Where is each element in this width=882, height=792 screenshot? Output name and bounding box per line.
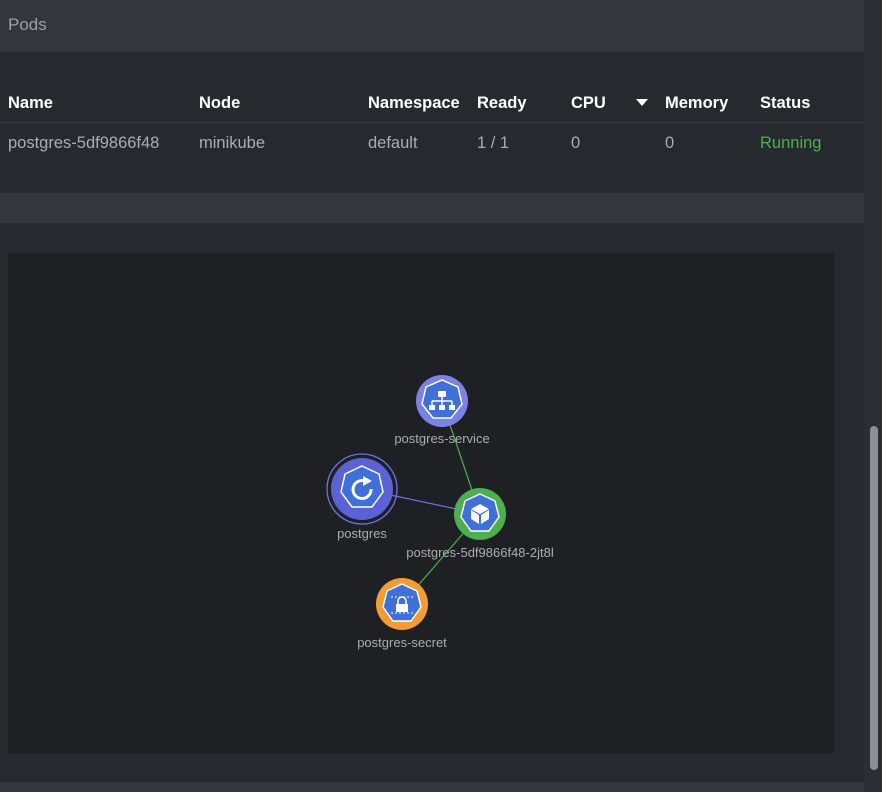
- graph-node-label: postgres: [337, 526, 387, 541]
- header-divider: [0, 122, 864, 123]
- graph-node-pod[interactable]: postgres-5df9866f48-2jt8l: [406, 488, 554, 560]
- pods-table: Name Node Namespace Ready CPU Memory Sta…: [0, 52, 864, 192]
- main-content: Pods Name Node Namespace Ready CPU Memor…: [0, 0, 864, 792]
- resource-graph-panel[interactable]: postgres-service postgres postgres-5df98…: [8, 253, 834, 753]
- column-header-memory[interactable]: Memory: [665, 94, 728, 113]
- graph-node-label: postgres-service: [394, 431, 489, 446]
- column-header-namespace[interactable]: Namespace: [368, 94, 460, 113]
- cell-cpu: 0: [571, 134, 581, 152]
- section-divider-bar: [0, 193, 864, 223]
- cell-node: minikube: [199, 134, 266, 152]
- bottom-section-bar: [0, 782, 864, 792]
- scrollbar-thumb[interactable]: [870, 426, 878, 770]
- pods-panel-header: Pods: [0, 0, 864, 52]
- column-header-name[interactable]: Name: [8, 94, 53, 113]
- graph-node-service[interactable]: postgres-service: [394, 375, 490, 446]
- graph-node-secret[interactable]: postgres-secret: [357, 578, 447, 650]
- column-header-status[interactable]: Status: [760, 94, 810, 113]
- graph-node-deployment[interactable]: postgres: [326, 453, 398, 541]
- cell-ready: 1 / 1: [477, 134, 510, 152]
- sort-descending-icon[interactable]: [636, 99, 648, 106]
- resource-graph[interactable]: postgres-service postgres postgres-5df98…: [8, 253, 834, 753]
- cell-name[interactable]: postgres-5df9866f48: [8, 134, 168, 153]
- graph-node-label: postgres-5df9866f48-2jt8l: [406, 545, 554, 560]
- cell-memory: 0: [665, 134, 675, 152]
- pods-panel-title: Pods: [8, 15, 47, 34]
- column-header-cpu[interactable]: CPU: [571, 94, 606, 113]
- column-header-ready[interactable]: Ready: [477, 94, 527, 113]
- column-header-node[interactable]: Node: [199, 94, 240, 113]
- graph-node-label: postgres-secret: [357, 635, 447, 650]
- cell-status: Running: [760, 134, 822, 152]
- cell-namespace: default: [368, 134, 418, 152]
